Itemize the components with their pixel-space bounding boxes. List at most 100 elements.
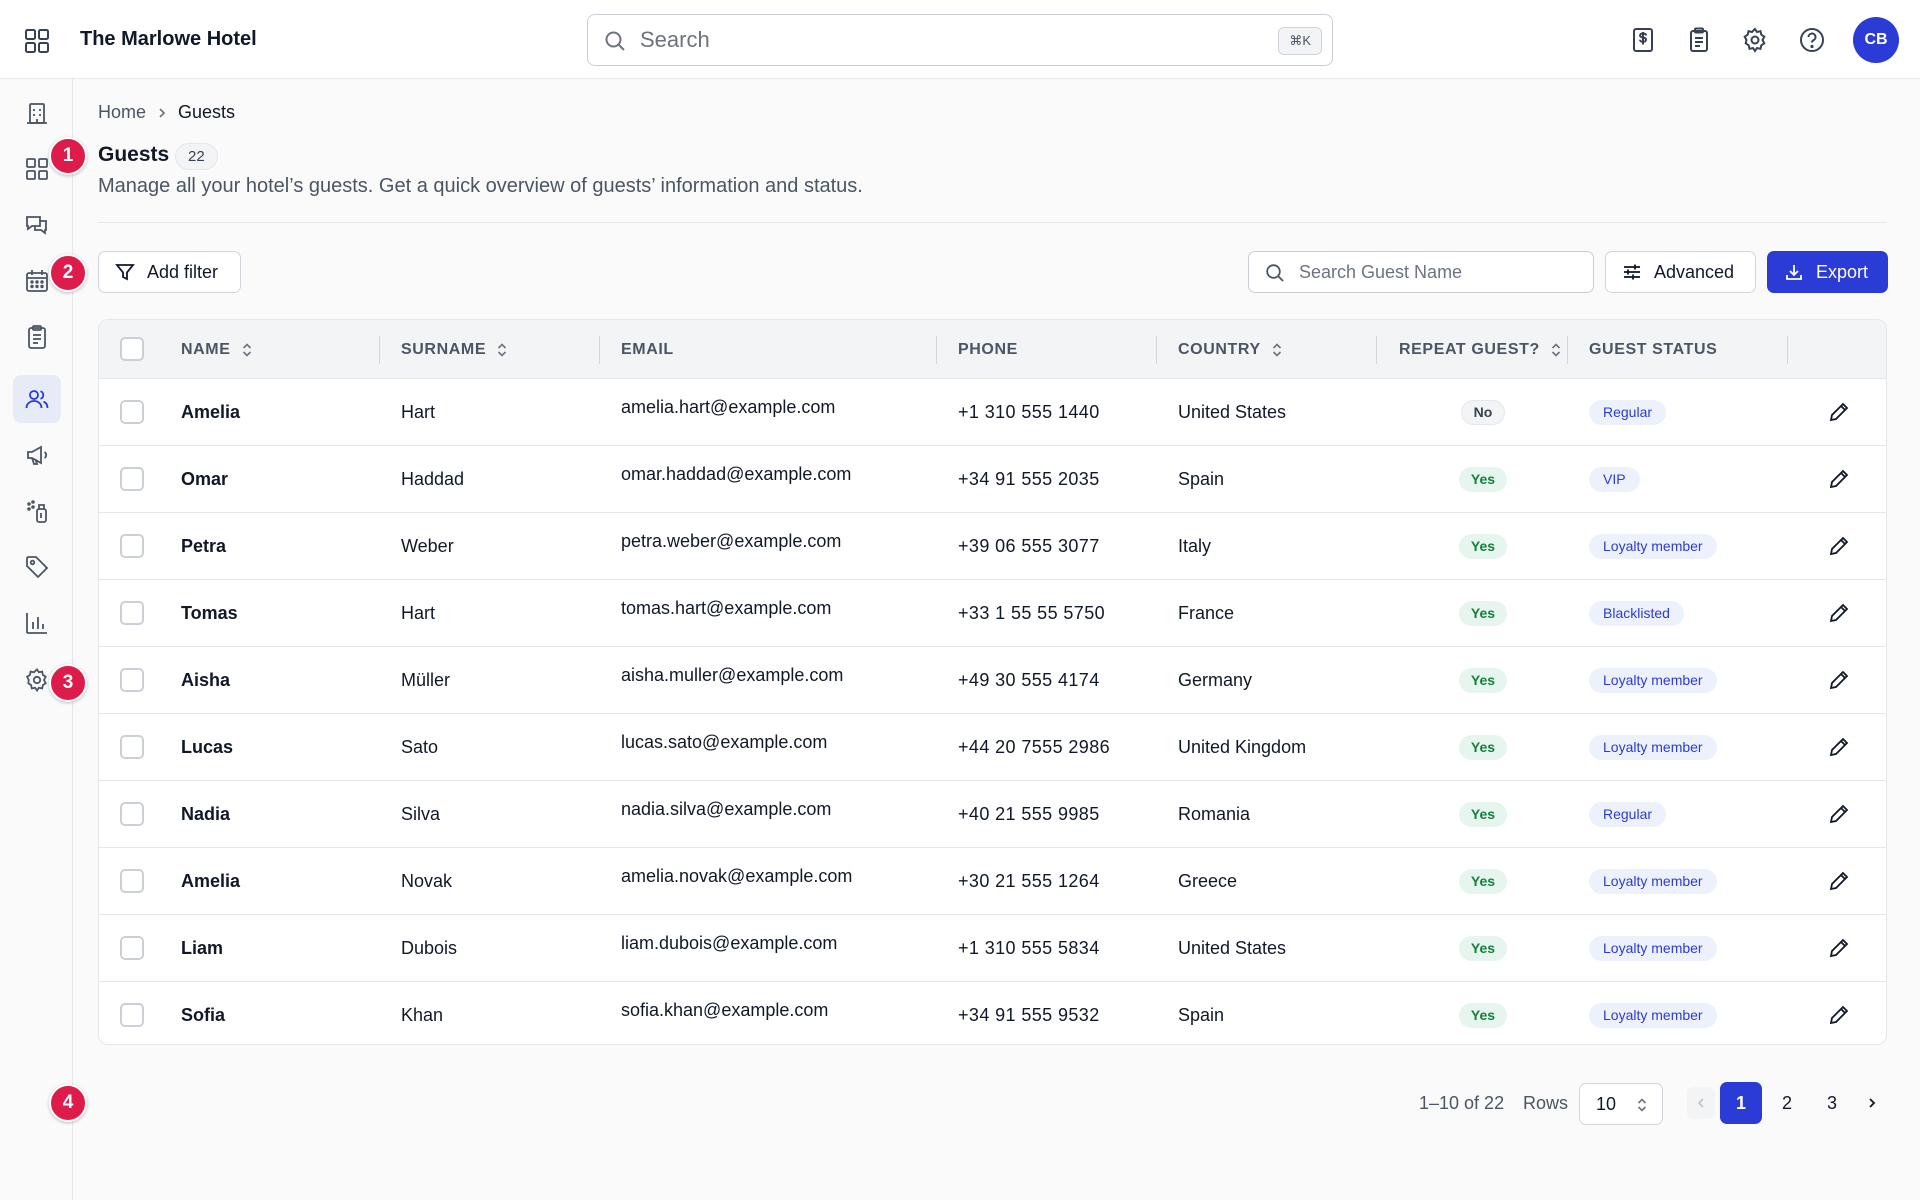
rows-per-page-select[interactable]: 10 — [1579, 1083, 1663, 1125]
guest-status-badge: Regular — [1589, 801, 1667, 827]
column-header-country[interactable]: COUNTRY — [1178, 320, 1283, 379]
guest-status-badge: Loyalty member — [1589, 734, 1717, 760]
column-separator — [599, 336, 600, 364]
edit-icon[interactable] — [1827, 735, 1851, 759]
column-header-surname[interactable]: SURNAME — [401, 320, 508, 379]
breadcrumb-home[interactable]: Home — [98, 102, 146, 123]
annotation-marker-1: 1 — [49, 137, 87, 175]
sidebar-item-reports[interactable] — [13, 599, 61, 647]
global-search[interactable]: ⌘K — [587, 14, 1333, 66]
guest-search[interactable] — [1248, 251, 1594, 293]
row-checkbox[interactable] — [120, 534, 144, 558]
column-header-country-label: COUNTRY — [1178, 340, 1261, 358]
billing-icon[interactable] — [1629, 26, 1657, 54]
sort-icon[interactable] — [1550, 342, 1562, 358]
sidebar-item-rates[interactable] — [13, 543, 61, 591]
sidebar-item-marketing[interactable] — [13, 431, 61, 479]
advanced-label: Advanced — [1654, 261, 1735, 282]
sidebar-item-messages[interactable] — [13, 201, 61, 249]
column-header-name[interactable]: NAME — [181, 320, 253, 379]
user-avatar[interactable]: CB — [1853, 17, 1899, 63]
sort-icon[interactable] — [1271, 342, 1283, 358]
edit-icon[interactable] — [1827, 668, 1851, 692]
chevron-right-icon — [1866, 1097, 1878, 1109]
table-row[interactable]: Nadia Silva nadia.silva@example.com +40 … — [99, 781, 1886, 848]
pagination-range: 1–10 of 22 — [1419, 1093, 1505, 1113]
table-header: NAME SURNAME EMAIL PHONE COUNTRY REPEAT … — [99, 320, 1886, 379]
page-button-3[interactable]: 3 — [1811, 1082, 1853, 1124]
row-checkbox[interactable] — [120, 400, 144, 424]
cell-email: aisha.muller@example.com — [621, 665, 844, 685]
edit-icon[interactable] — [1827, 869, 1851, 893]
cell-surname: Sato — [401, 736, 439, 757]
edit-icon[interactable] — [1827, 601, 1851, 625]
global-search-input[interactable] — [640, 23, 1240, 57]
sidebar-item-guests[interactable] — [13, 375, 61, 423]
apps-grid-icon[interactable] — [24, 28, 50, 54]
clipboard-icon[interactable] — [1685, 26, 1713, 54]
cell-repeat-guest: Yes — [1399, 848, 1567, 914]
row-checkbox[interactable] — [120, 869, 144, 893]
row-checkbox[interactable] — [120, 802, 144, 826]
rows-per-page-label: Rows — [1523, 1093, 1569, 1113]
select-all-checkbox[interactable] — [120, 337, 144, 361]
edit-icon[interactable] — [1827, 936, 1851, 960]
row-checkbox[interactable] — [120, 1003, 144, 1027]
table-row[interactable]: Amelia Hart amelia.hart@example.com +1 3… — [99, 379, 1886, 446]
cell-guest-status: Loyalty member — [1589, 714, 1717, 780]
table-row[interactable]: Omar Haddad omar.haddad@example.com +34 … — [99, 446, 1886, 513]
page-button-1[interactable]: 1 — [1720, 1082, 1762, 1124]
table-row[interactable]: Aisha Müller aisha.muller@example.com +4… — [99, 647, 1886, 714]
sidebar-item-properties[interactable] — [13, 89, 61, 137]
sidebar-item-tasks[interactable] — [13, 313, 61, 361]
add-filter-button[interactable]: Add filter — [98, 251, 241, 293]
sidebar-item-housekeeping[interactable] — [13, 487, 61, 535]
table-row[interactable]: Lucas Sato lucas.sato@example.com +44 20… — [99, 714, 1886, 781]
edit-icon[interactable] — [1827, 802, 1851, 826]
sort-icon[interactable] — [241, 342, 253, 358]
row-checkbox[interactable] — [120, 735, 144, 759]
cell-country: United States — [1178, 937, 1287, 958]
guest-search-input[interactable] — [1299, 258, 1579, 286]
cell-name: Amelia — [181, 870, 241, 891]
cell-surname: Weber — [401, 535, 454, 556]
row-checkbox[interactable] — [120, 467, 144, 491]
help-icon[interactable] — [1798, 26, 1826, 54]
page-button-2[interactable]: 2 — [1766, 1082, 1808, 1124]
cell-name: Lucas — [181, 736, 234, 757]
table-row[interactable]: Petra Weber petra.weber@example.com +39 … — [99, 513, 1886, 580]
table-row[interactable]: Sofia Khan sofia.khan@example.com +34 91… — [99, 982, 1886, 1044]
table-row[interactable]: Liam Dubois liam.dubois@example.com +1 3… — [99, 915, 1886, 982]
row-checkbox[interactable] — [120, 936, 144, 960]
column-separator — [379, 336, 380, 364]
export-button[interactable]: Export — [1767, 251, 1888, 293]
settings-icon — [24, 667, 50, 693]
advanced-button[interactable]: Advanced — [1605, 251, 1756, 293]
prev-page-button[interactable] — [1687, 1087, 1715, 1119]
add-filter-label: Add filter — [147, 261, 219, 282]
sort-icon[interactable] — [496, 342, 508, 358]
cell-name: Liam — [181, 937, 224, 958]
cell-surname: Haddad — [401, 468, 465, 489]
column-separator — [1787, 336, 1788, 364]
row-checkbox[interactable] — [120, 601, 144, 625]
cell-guest-status: Loyalty member — [1589, 513, 1717, 579]
table-row[interactable]: Amelia Novak amelia.novak@example.com +3… — [99, 848, 1886, 915]
cell-surname: Dubois — [401, 937, 458, 958]
edit-icon[interactable] — [1827, 1003, 1851, 1027]
chart-icon — [24, 610, 50, 636]
cell-email: liam.dubois@example.com — [621, 933, 838, 953]
edit-icon[interactable] — [1827, 467, 1851, 491]
guest-status-badge: Loyalty member — [1589, 935, 1717, 961]
row-checkbox[interactable] — [120, 668, 144, 692]
next-page-button[interactable] — [1858, 1082, 1886, 1124]
column-header-email: EMAIL — [621, 320, 674, 379]
table-row[interactable]: Tomas Hart tomas.hart@example.com +33 1 … — [99, 580, 1886, 647]
column-header-repeat-guest[interactable]: REPEAT GUEST? — [1399, 320, 1562, 379]
edit-icon[interactable] — [1827, 534, 1851, 558]
chevron-right-icon — [156, 107, 168, 119]
cell-country: Romania — [1178, 803, 1251, 824]
guest-count-badge: 22 — [175, 143, 218, 170]
edit-icon[interactable] — [1827, 400, 1851, 424]
settings-icon[interactable] — [1741, 26, 1769, 54]
